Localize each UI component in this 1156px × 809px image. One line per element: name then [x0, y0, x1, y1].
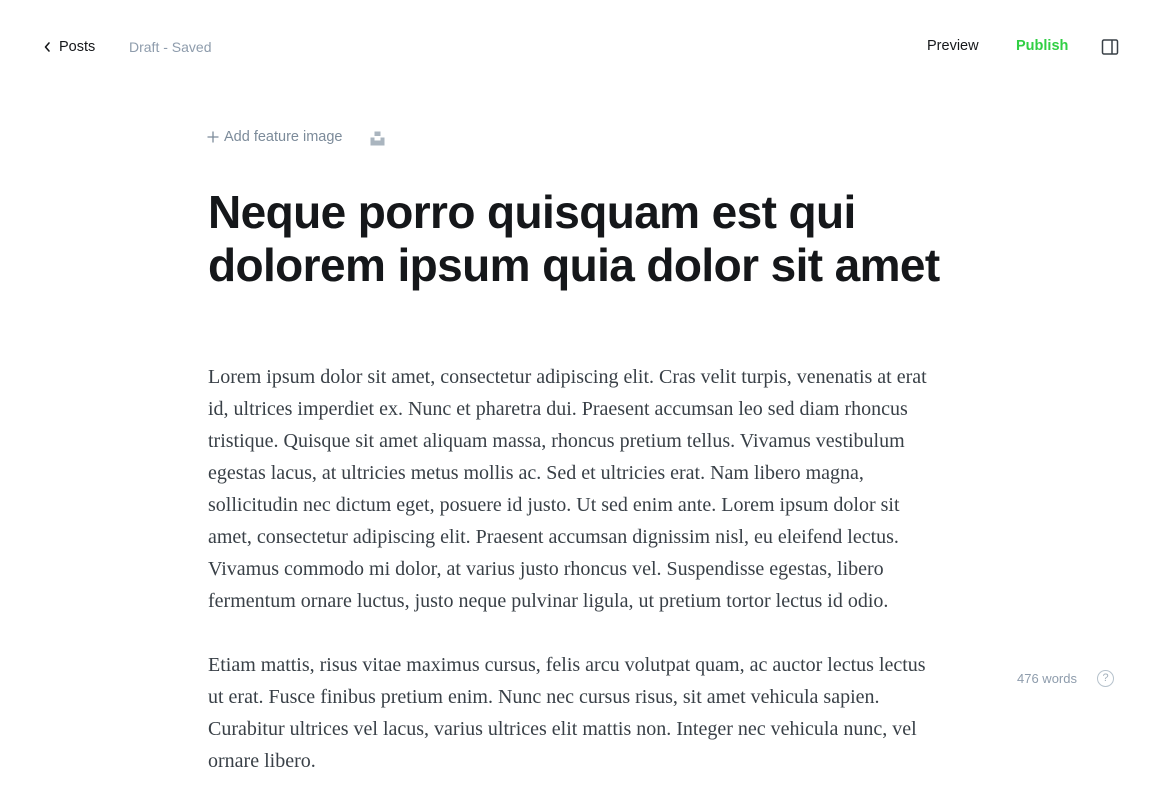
- add-feature-image-button[interactable]: Add feature image: [207, 129, 343, 145]
- publish-button[interactable]: Publish: [1016, 38, 1068, 54]
- sidebar-toggle-icon[interactable]: [1101, 38, 1119, 56]
- post-body[interactable]: Lorem ipsum dolor sit amet, consectetur …: [208, 361, 944, 809]
- preview-button[interactable]: Preview: [927, 38, 979, 54]
- add-feature-image-label: Add feature image: [224, 129, 343, 145]
- back-label: Posts: [59, 39, 96, 55]
- plus-icon: [207, 131, 219, 143]
- post-status: Draft - Saved: [129, 39, 212, 55]
- body-paragraph: Lorem ipsum dolor sit amet, consectetur …: [208, 366, 927, 612]
- body-paragraph: Etiam mattis, risus vitae maximus cursus…: [208, 654, 926, 772]
- post-title[interactable]: Neque porro quisquam est qui dolorem ips…: [208, 186, 948, 292]
- unsplash-icon[interactable]: [370, 131, 385, 146]
- back-to-posts-link[interactable]: Posts: [43, 37, 95, 57]
- help-icon[interactable]: ?: [1097, 670, 1114, 687]
- word-count: 476 words: [1017, 671, 1077, 686]
- editor-header: Posts Draft - Saved Preview Publish: [0, 0, 1156, 94]
- chevron-left-icon: [44, 42, 50, 52]
